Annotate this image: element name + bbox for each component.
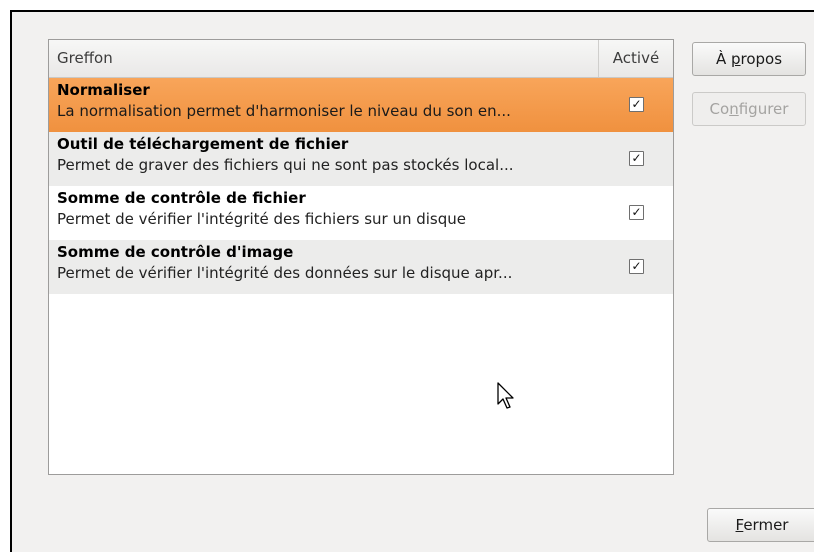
plugin-row-normaliser[interactable]: Normaliser La normalisation permet d'har… <box>49 78 673 132</box>
list-header: Greffon Activé <box>49 40 673 78</box>
plugin-name: Normaliser <box>57 81 150 99</box>
plugin-description: La normalisation permet d'harmoniser le … <box>57 102 511 120</box>
plugin-row-file-checksum[interactable]: Somme de contrôle de fichier Permet de v… <box>49 186 673 240</box>
column-header-active[interactable]: Activé <box>599 40 673 77</box>
about-label-pre: À <box>715 50 731 68</box>
active-checkbox[interactable]: ✓ <box>629 151 644 166</box>
configure-label-post: figurer <box>738 100 789 118</box>
plugin-name: Outil de téléchargement de fichier <box>57 135 349 153</box>
plugin-description: Permet de vérifier l'intégrité des fichi… <box>57 210 466 228</box>
about-label-post: ropos <box>740 50 783 68</box>
active-checkbox[interactable]: ✓ <box>629 259 644 274</box>
about-button[interactable]: À propos <box>692 42 806 76</box>
active-checkbox[interactable]: ✓ <box>629 205 644 220</box>
about-label-mnemonic: p <box>730 50 741 68</box>
plugins-dialog: Greffon Activé Normaliser La normalisati… <box>10 10 814 552</box>
plugin-row-image-checksum[interactable]: Somme de contrôle d'image Permet de véri… <box>49 240 673 294</box>
plugin-name: Somme de contrôle d'image <box>57 243 294 261</box>
active-checkbox[interactable]: ✓ <box>629 97 644 112</box>
configure-button[interactable]: Configurer <box>692 92 806 126</box>
configure-label-pre: Co <box>709 100 730 118</box>
close-button[interactable]: Fermer <box>707 508 814 542</box>
plugin-name: Somme de contrôle de fichier <box>57 189 306 207</box>
column-header-plugin[interactable]: Greffon <box>49 40 599 77</box>
plugin-description: Permet de vérifier l'intégrité des donné… <box>57 264 513 282</box>
plugin-row-file-download[interactable]: Outil de téléchargement de fichier Perme… <box>49 132 673 186</box>
plugin-list[interactable]: Greffon Activé Normaliser La normalisati… <box>48 39 674 475</box>
mouse-pointer-icon <box>497 382 514 409</box>
close-label-post: ermer <box>743 516 789 534</box>
plugin-description: Permet de graver des fichiers qui ne son… <box>57 156 514 174</box>
configure-label-mnemonic: n <box>729 100 739 118</box>
